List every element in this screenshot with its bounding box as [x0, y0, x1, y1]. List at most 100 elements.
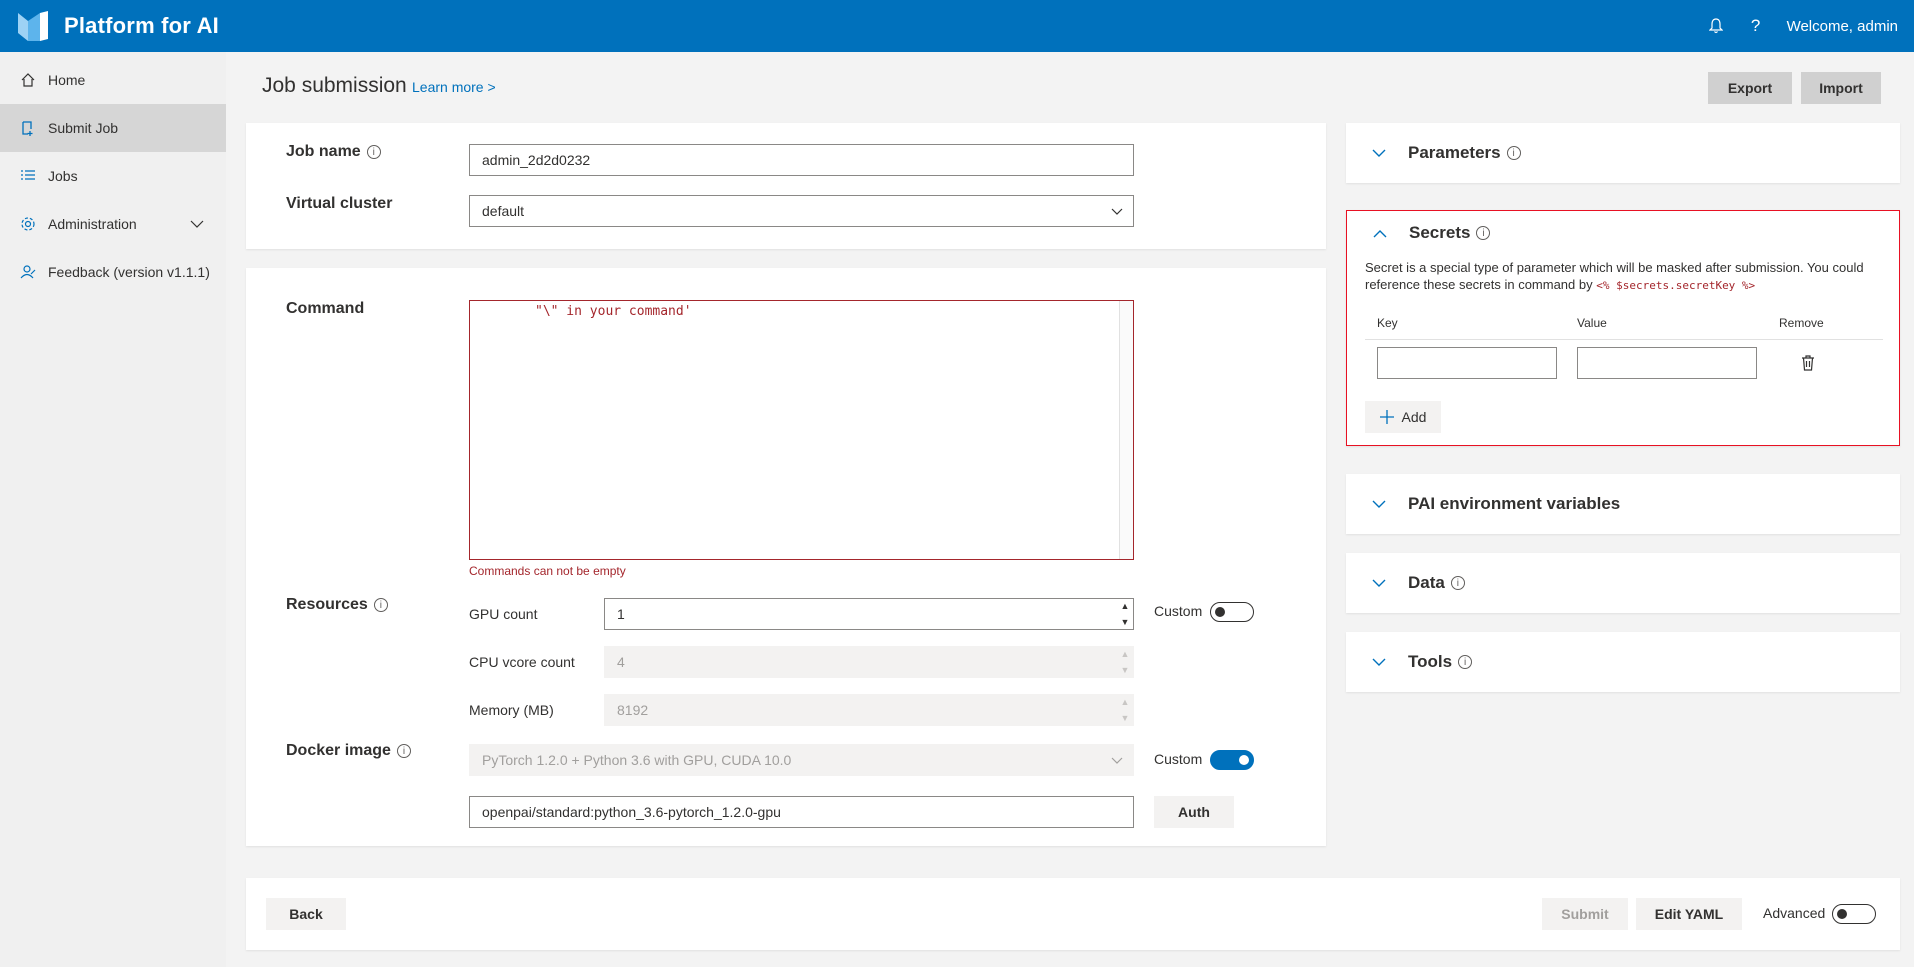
docker-image-dropdown: PyTorch 1.2.0 + Python 3.6 with GPU, CUD…	[469, 744, 1134, 776]
secret-key-input[interactable]	[1377, 347, 1557, 379]
sidebar-item-label: Feedback (version v1.1.1)	[48, 264, 210, 280]
job-name-input[interactable]: admin_2d2d0232	[469, 144, 1134, 176]
chevron-down-icon[interactable]	[1372, 497, 1386, 511]
trash-icon[interactable]	[1801, 355, 1815, 371]
command-error-message: Commands can not be empty	[469, 564, 626, 578]
auth-button[interactable]: Auth	[1154, 796, 1234, 828]
info-icon[interactable]: i	[1458, 655, 1473, 669]
chevron-down-icon[interactable]	[190, 217, 204, 231]
cpu-count-value: 4	[617, 654, 625, 670]
info-icon[interactable]: i	[1476, 226, 1491, 240]
cpu-count-input: 4 ▲ ▼	[604, 646, 1134, 678]
resources-label-text: Resources	[286, 596, 368, 613]
spin-up-icon: ▲	[1120, 649, 1130, 659]
edit-yaml-button[interactable]: Edit YAML	[1636, 898, 1742, 930]
main-content: Job submission Learn more > Export Impor…	[226, 52, 1914, 967]
export-button[interactable]: Export	[1708, 72, 1792, 104]
submit-job-icon	[20, 120, 36, 136]
sidebar-item-submit-job[interactable]: Submit Job	[0, 104, 226, 152]
import-button[interactable]: Import	[1801, 72, 1881, 104]
secrets-code-sample: <% $secrets.secretKey %>	[1596, 279, 1756, 292]
sidebar-item-feedback[interactable]: Feedback (version v1.1.1)	[0, 248, 226, 296]
command-scrollbar[interactable]	[1119, 301, 1133, 559]
sidebar-item-jobs[interactable]: Jobs	[0, 152, 226, 200]
secrets-description: Secret is a special type of parameter wh…	[1365, 259, 1885, 294]
spin-buttons: ▲ ▼	[1119, 697, 1131, 723]
pai-env-title: PAI environment variables	[1408, 494, 1621, 513]
data-title-text: Data	[1408, 573, 1445, 592]
job-name-label-text: Job name	[286, 143, 361, 160]
secrets-title-text: Secrets	[1409, 223, 1471, 242]
pai-env-panel[interactable]: PAI environment variables	[1346, 474, 1900, 534]
spin-up-icon: ▲	[1120, 697, 1130, 707]
add-secret-button[interactable]: Add	[1365, 401, 1441, 433]
spin-buttons: ▲ ▼	[1119, 649, 1131, 675]
virtual-cluster-dropdown[interactable]: default	[469, 195, 1134, 227]
docker-custom-image-input[interactable]: openpai/standard:python_3.6-pytorch_1.2.…	[469, 796, 1134, 828]
submit-button[interactable]: Submit	[1542, 898, 1628, 930]
docker-image-label-text: Docker image	[286, 742, 391, 759]
secrets-panel: Secrets i Secret is a special type of pa…	[1346, 210, 1900, 446]
help-icon[interactable]: ?	[1747, 16, 1765, 35]
command-editor[interactable]: "\" in your command'	[469, 300, 1134, 560]
spin-down-icon[interactable]: ▼	[1121, 617, 1130, 627]
memory-input: 8192 ▲ ▼	[604, 694, 1134, 726]
tools-title: Tools i	[1408, 652, 1473, 672]
chevron-down-icon	[1111, 208, 1123, 215]
secret-value-input[interactable]	[1577, 347, 1757, 379]
advanced-label: Advanced	[1763, 905, 1826, 921]
parameters-panel[interactable]: Parameters i	[1346, 123, 1900, 183]
chevron-down-icon	[1111, 757, 1123, 764]
gpu-count-value: 1	[617, 606, 625, 622]
welcome-user[interactable]: Welcome, admin	[1787, 18, 1898, 35]
docker-custom-toggle[interactable]	[1210, 750, 1254, 770]
sidebar-item-administration[interactable]: Administration	[0, 200, 226, 248]
gpu-custom-toggle[interactable]	[1210, 602, 1254, 622]
add-label: Add	[1401, 409, 1427, 425]
info-icon[interactable]: i	[373, 598, 388, 612]
data-panel[interactable]: Data i	[1346, 553, 1900, 613]
secrets-title: Secrets i	[1409, 223, 1491, 243]
notification-bell-icon[interactable]	[1707, 17, 1725, 35]
chevron-down-icon[interactable]	[1372, 655, 1386, 669]
page-title: Job submission	[262, 74, 407, 97]
info-icon[interactable]: i	[1450, 576, 1465, 590]
docker-image-label: Docker image i	[286, 742, 411, 760]
home-icon	[20, 72, 36, 88]
divider	[1365, 339, 1883, 340]
footer-bar: Back Submit Edit YAML Advanced	[246, 878, 1900, 950]
parameters-title: Parameters i	[1408, 143, 1521, 163]
spin-up-icon[interactable]: ▲	[1121, 601, 1130, 611]
chevron-down-icon[interactable]	[1372, 576, 1386, 590]
chevron-down-icon[interactable]	[1372, 146, 1386, 160]
docker-image-value: PyTorch 1.2.0 + Python 3.6 with GPU, CUD…	[482, 752, 792, 768]
advanced-toggle[interactable]	[1832, 904, 1876, 924]
top-bar: Platform for AI ? Welcome, admin	[0, 0, 1914, 52]
sidebar-item-label: Submit Job	[48, 120, 119, 136]
app-title[interactable]: Platform for AI	[64, 13, 219, 39]
gpu-count-input[interactable]: 1 ▲ ▼	[604, 598, 1134, 630]
sidebar-item-label: Jobs	[48, 168, 78, 184]
tools-panel[interactable]: Tools i	[1346, 632, 1900, 692]
info-icon[interactable]: i	[366, 145, 381, 159]
learn-more-link[interactable]: Learn more >	[412, 79, 496, 95]
memory-value: 8192	[617, 702, 649, 718]
info-icon[interactable]: i	[396, 744, 411, 758]
sidebar-item-home[interactable]: Home	[0, 56, 226, 104]
back-button[interactable]: Back	[266, 898, 346, 930]
job-name-label: Job name i	[286, 143, 381, 161]
value-column-header: Value	[1577, 316, 1607, 330]
spin-buttons[interactable]: ▲ ▼	[1119, 601, 1131, 627]
app-logo-icon	[18, 11, 48, 41]
info-icon[interactable]: i	[1506, 146, 1521, 160]
spin-down-icon: ▼	[1120, 665, 1130, 675]
chevron-up-icon[interactable]	[1373, 227, 1387, 241]
sidebar-item-label: Home	[48, 72, 86, 88]
command-text: "\" in your command'	[535, 304, 692, 319]
docker-custom-label: Custom	[1154, 751, 1203, 767]
basic-info-card: Job name i admin_2d2d0232 Virtual cluste…	[246, 123, 1326, 249]
job-spec-card: Command "\" in your command' Commands ca…	[246, 268, 1326, 846]
feedback-icon	[20, 264, 36, 280]
tools-title-text: Tools	[1408, 652, 1453, 671]
toggle-knob	[1215, 607, 1225, 617]
